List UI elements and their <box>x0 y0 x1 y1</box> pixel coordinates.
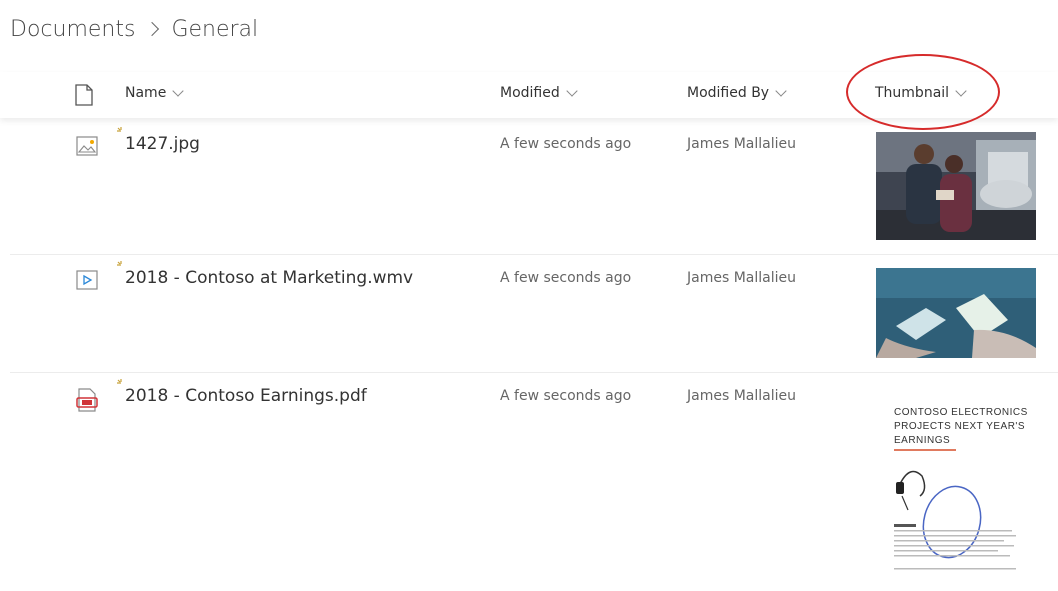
modified-by-value[interactable]: James Mallalieu <box>687 388 796 404</box>
table-row[interactable]: 2018 - Contoso at Marketing.wmv A few se… <box>10 254 1058 373</box>
modified-by-value[interactable]: James Mallalieu <box>687 270 796 286</box>
column-header-modified[interactable]: Modified <box>500 85 578 101</box>
image-file-icon <box>76 136 98 156</box>
chevron-right-icon <box>145 21 160 37</box>
file-name-link[interactable]: 2018 - Contoso Earnings.pdf <box>125 386 367 406</box>
file-type-icon[interactable] <box>75 84 93 106</box>
modified-value: A few seconds ago <box>500 136 632 152</box>
pdf-headline-line1: CONTOSO ELECTRONICS <box>894 407 1028 418</box>
pdf-headline-line2: PROJECTS NEXT YEAR'S <box>894 421 1025 432</box>
breadcrumb: Documents General <box>10 12 258 46</box>
chevron-down-icon <box>172 85 184 97</box>
chevron-down-icon <box>955 85 967 97</box>
column-header-thumbnail-label: Thumbnail <box>875 85 950 101</box>
column-header-modified-label: Modified <box>500 85 560 101</box>
chevron-down-icon <box>775 85 787 97</box>
modified-value: A few seconds ago <box>500 388 632 404</box>
column-header-thumbnail[interactable]: Thumbnail <box>875 85 967 101</box>
column-header-name[interactable]: Name <box>125 85 184 101</box>
file-name-link[interactable]: 1427.jpg <box>125 134 200 154</box>
thumbnail-image[interactable] <box>876 132 1036 240</box>
modified-value: A few seconds ago <box>500 270 632 286</box>
column-header-row: Name Modified Modified By Thumbnail <box>0 72 1058 118</box>
modified-by-value[interactable]: James Mallalieu <box>687 136 796 152</box>
pdf-file-icon <box>76 388 98 412</box>
table-row[interactable]: 2018 - Contoso Earnings.pdf A few second… <box>10 372 1058 591</box>
breadcrumb-documents[interactable]: Documents <box>10 17 135 42</box>
thumbnail-image[interactable] <box>876 268 1036 358</box>
thumbnail-image[interactable]: CONTOSO ELECTRONICS PROJECTS NEXT YEAR'S… <box>876 398 1036 583</box>
column-header-modified-by[interactable]: Modified By <box>687 85 787 101</box>
breadcrumb-general: General <box>171 16 259 42</box>
chevron-down-icon <box>566 85 578 97</box>
pdf-headline-line3: EARNINGS <box>894 435 950 446</box>
video-file-icon <box>76 270 98 290</box>
column-header-modified-by-label: Modified By <box>687 85 770 101</box>
table-row[interactable]: 1427.jpg A few seconds ago James Mallali… <box>10 120 1058 255</box>
column-header-name-label: Name <box>125 85 167 101</box>
file-name-link[interactable]: 2018 - Contoso at Marketing.wmv <box>125 268 413 288</box>
document-library: Documents General Name Modified Modified… <box>0 0 1058 591</box>
